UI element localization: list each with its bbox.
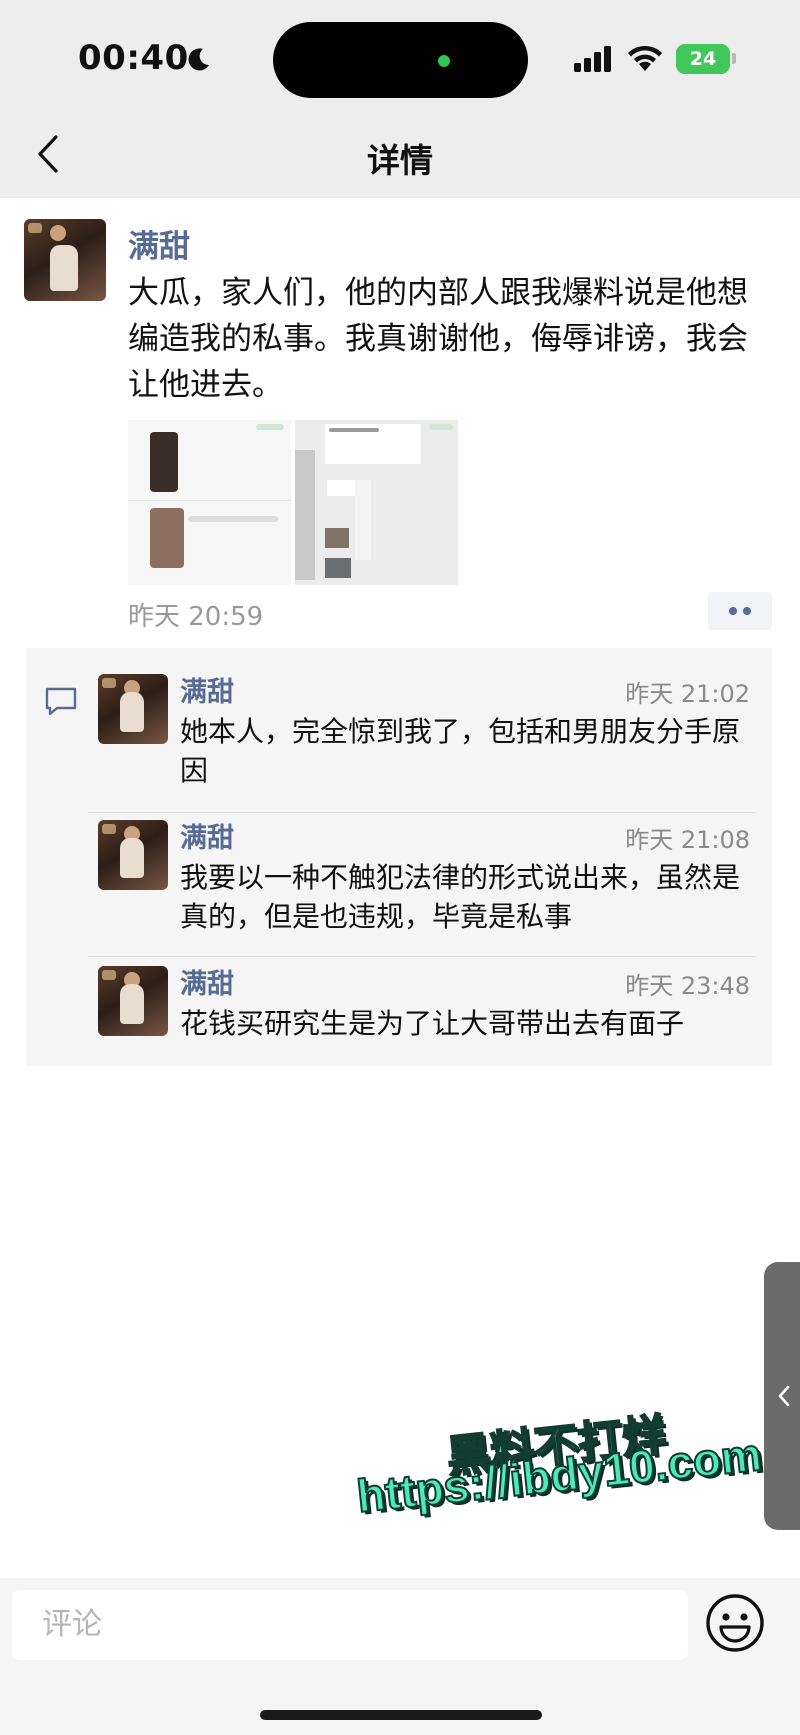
page-title: 详情	[367, 141, 433, 180]
battery-indicator: 24	[676, 44, 730, 74]
more-dot-icon	[743, 607, 751, 615]
comment-text[interactable]: 她本人，完全惊到我了，包括和男朋友分手原因	[180, 712, 750, 790]
top-bar: 00:40 24 详情	[0, 0, 800, 198]
post-author-avatar[interactable]	[24, 219, 106, 301]
comment-author-name[interactable]: 满甜	[180, 670, 234, 709]
more-dot-icon	[729, 607, 737, 615]
comment-author-avatar[interactable]	[98, 674, 168, 744]
home-indicator	[260, 1710, 542, 1720]
camera-indicator-dot	[438, 55, 450, 67]
signal-icon	[574, 46, 611, 72]
comment-bar: 评论	[0, 1578, 800, 1735]
comment-text[interactable]: 我要以一种不触犯法律的形式说出来，虽然是真的，但是也违规，毕竟是私事	[180, 858, 750, 936]
comment-time: 昨天 23:48	[625, 972, 750, 1000]
comment-divider	[88, 812, 756, 813]
post-text: 大瓜，家人们，他的内部人跟我爆料说是他想编造我的私事。我真谢谢他，侮辱诽谤，我会…	[128, 275, 748, 403]
moments-detail-page: 00:40 24 详情 满甜 大瓜，家人们，他的内部人跟我爆料说是他想编造我的私…	[0, 0, 800, 1735]
chevron-left-icon	[778, 1385, 790, 1407]
comment-author-name[interactable]: 满甜	[180, 816, 234, 855]
comment-author-name[interactable]: 满甜	[180, 962, 234, 1001]
post-images	[128, 420, 458, 585]
comment-text[interactable]: 花钱买研究生是为了让大哥带出去有面子	[180, 1004, 750, 1043]
post-image-1[interactable]	[128, 420, 291, 585]
battery-level: 24	[689, 48, 717, 70]
comment-author-avatar[interactable]	[98, 820, 168, 890]
comment-divider	[88, 956, 756, 957]
comment-icon	[45, 687, 77, 716]
wifi-icon	[628, 45, 662, 71]
post-image-2[interactable]	[295, 420, 458, 585]
dynamic-island	[273, 22, 528, 98]
comments-section: 满甜 昨天 21:02 她本人，完全惊到我了，包括和男朋友分手原因 满甜 昨天 …	[26, 648, 772, 1066]
emoji-icon[interactable]	[704, 1592, 766, 1654]
comment-time: 昨天 21:08	[625, 826, 750, 854]
comment-author-avatar[interactable]	[98, 966, 168, 1036]
post-time: 昨天 20:59	[128, 602, 264, 632]
post-author-name[interactable]: 满甜	[128, 221, 190, 266]
moon-icon	[188, 48, 209, 71]
comment-input[interactable]: 评论	[12, 1590, 688, 1660]
status-time: 00:40	[78, 38, 189, 78]
post-more-button[interactable]	[708, 592, 772, 630]
comment-time: 昨天 21:02	[625, 680, 750, 708]
side-panel-handle[interactable]	[764, 1262, 800, 1530]
battery-tip	[732, 53, 736, 64]
